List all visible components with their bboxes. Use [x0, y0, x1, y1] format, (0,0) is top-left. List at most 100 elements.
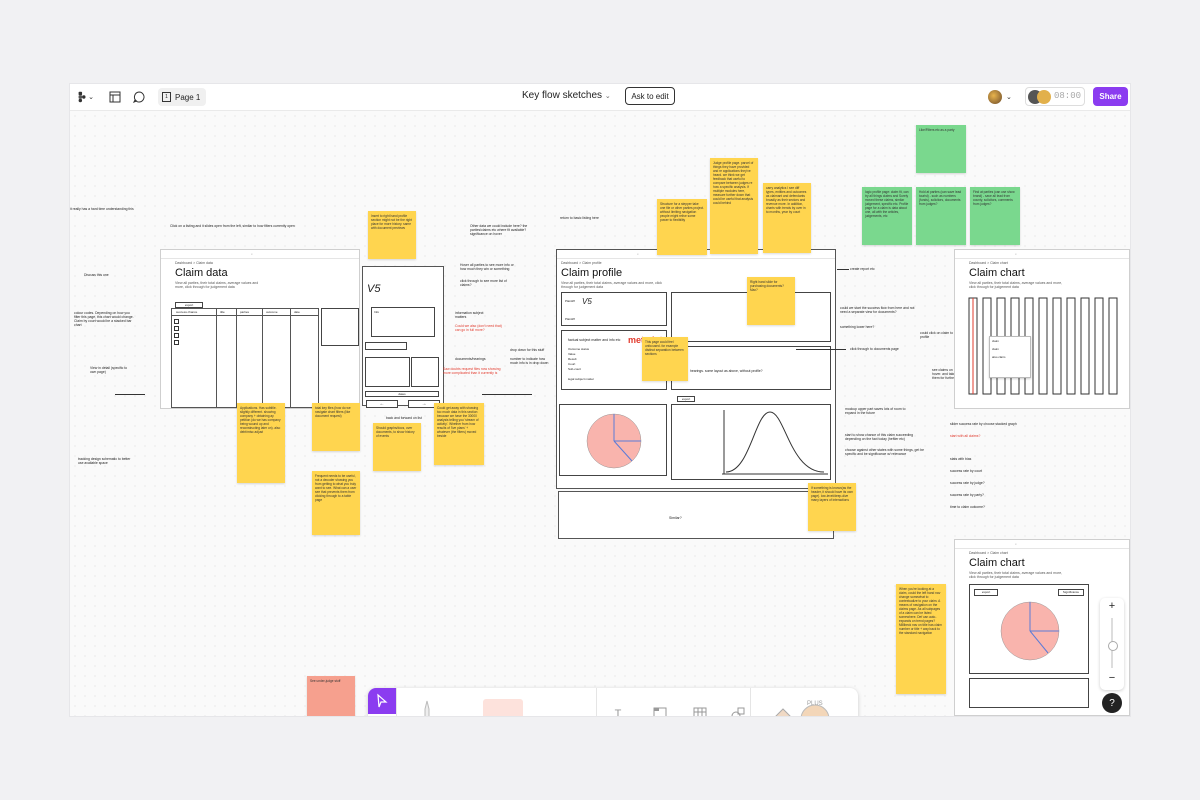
sticky-note[interactable]: If something is known(as the header, it …	[808, 483, 856, 531]
stat-item: success rate by court	[950, 469, 983, 473]
row-checkbox[interactable]	[174, 319, 179, 324]
sticky-note[interactable]: Judge profile page. parcel of things the…	[710, 158, 758, 254]
annotation: start to show chance of this claim succe…	[845, 433, 914, 441]
sticky-note[interactable]: total key files (how do we navigate char…	[312, 403, 360, 451]
text-tool-icon[interactable]: T	[606, 702, 630, 716]
stat-item: stats with bias	[950, 457, 972, 461]
sticky-note[interactable]: Should graphs/docs, over documents, to s…	[373, 423, 421, 471]
pie-chart	[1000, 601, 1060, 661]
hearings-box	[671, 346, 831, 390]
annotation: click through to documents page	[850, 347, 899, 351]
comment-icon[interactable]	[132, 89, 146, 105]
zoom-out-button[interactable]: −	[1100, 672, 1124, 686]
bottom-toolbar: ✋ T PLUS	[368, 688, 858, 716]
layout-panel-icon[interactable]	[108, 89, 122, 105]
main-menu-icon[interactable]: ⌄	[76, 89, 94, 105]
hover-tooltip: claim claim also claim	[989, 336, 1031, 378]
field-label: Result	[568, 357, 577, 361]
frame-header: ⌕	[161, 250, 359, 259]
sticky-note[interactable]: Right hand slide for purchasing document…	[747, 277, 795, 325]
pen-tool-icon[interactable]	[414, 698, 440, 716]
share-button[interactable]: Share	[1093, 87, 1128, 106]
table-header: success chance title parties outcome dat…	[172, 309, 318, 316]
column-header: title	[220, 310, 225, 314]
table-tool-icon[interactable]	[688, 702, 712, 716]
field-label: Sub-court	[568, 367, 582, 371]
sticky-note[interactable]: See under-judge stuff	[307, 676, 355, 716]
annotation: number to indicate how much info is in d…	[510, 357, 549, 365]
sticky-note[interactable]: When you're looking at a claim, could th…	[896, 584, 946, 694]
arrow-connector	[482, 394, 532, 395]
row-checkbox[interactable]	[174, 333, 179, 338]
export-button[interactable]: export	[974, 589, 998, 596]
sticky-note[interactable]: Like/Filters etc as a party	[916, 125, 966, 173]
stickers-icon[interactable]: PLUS	[758, 694, 848, 716]
slide-panel-sketch[interactable]: V5 Info dates	[362, 266, 444, 406]
annotation: View in detail (specific to own page)	[90, 366, 128, 374]
column-header: date	[294, 310, 300, 314]
sticky-note[interactable]: carry analytics I see diff types, entiti…	[763, 183, 811, 253]
sticky-pad-icon[interactable]	[478, 698, 528, 716]
back-button[interactable]: ←	[366, 400, 398, 408]
side-panel	[321, 308, 359, 346]
doc-box	[411, 357, 439, 387]
stacked-bar-sketch	[968, 297, 1118, 395]
row-checkbox[interactable]	[174, 326, 179, 331]
similar-claims-box[interactable]: Similar?	[558, 491, 834, 539]
sticky-note[interactable]: Frequent needs to be useful, not a decod…	[312, 471, 360, 535]
claim-data-frame[interactable]: ⌕ Dashboard > Claim data Claim data View…	[160, 249, 360, 409]
claim-chart-frame-1[interactable]: ⌕ Dashboard > Claim chart Claim chart Vi…	[954, 249, 1130, 409]
canvas[interactable]: it really has a hard time understanding …	[70, 111, 1130, 716]
pie-chart-box: export Significance	[969, 584, 1089, 674]
breadcrumb: Dashboard > Claim chart	[969, 261, 1008, 265]
timer-avatar-2	[1037, 90, 1051, 104]
timer-text: 08:00	[1054, 91, 1082, 101]
significance-button[interactable]: Significance	[1058, 589, 1084, 596]
help-button[interactable]: ?	[1102, 693, 1122, 713]
sticky-note[interactable]: Could get away with showing too much dat…	[434, 403, 484, 465]
select-tool[interactable]	[368, 688, 396, 714]
timer-widget[interactable]: 08:00	[1025, 87, 1085, 106]
section-tool-icon[interactable]	[648, 702, 672, 716]
field-box	[365, 342, 407, 350]
sticky-note[interactable]: Applications. Has subtitle. slightly dif…	[237, 403, 285, 483]
bell-curve-chart	[722, 410, 828, 475]
app-window: ⌄ 1 Page 1 Key flow sketches ⌄ Ask to ed…	[70, 84, 1130, 716]
sticky-note[interactable]: This page could feel unfocused. for exam…	[642, 337, 688, 381]
page-icon: 1	[162, 92, 171, 102]
sticky-note[interactable]: Find at parties (can use show brand) - s…	[970, 187, 1020, 245]
annotation: choose against other states with some th…	[845, 448, 924, 456]
more-tools-icon[interactable]	[726, 702, 750, 716]
zoom-control: + −	[1100, 598, 1124, 690]
chevron-down-icon[interactable]: ⌄	[1006, 89, 1012, 105]
annotation: Discuss this one	[84, 273, 109, 277]
sticky-note[interactable]: logic profile page: claim fit, can try a…	[862, 187, 912, 245]
party-label: Plaintiff	[565, 299, 575, 303]
field-label: Court	[568, 362, 576, 366]
dates-button[interactable]: dates	[365, 391, 439, 397]
page-selector[interactable]: 1 Page 1	[158, 88, 206, 106]
sticky-note[interactable]: Structure for a stepper take one file or…	[657, 199, 707, 255]
sticky-note[interactable]: Insert to right hand profile section mig…	[368, 211, 416, 259]
zoom-slider-handle[interactable]	[1108, 641, 1118, 651]
search-icon: ⌕	[637, 252, 639, 256]
zoom-in-button[interactable]: +	[1100, 600, 1124, 614]
chevron-down-icon: ⌄	[604, 93, 611, 100]
page-label: Page 1	[175, 92, 201, 102]
top-toolbar: ⌄ 1 Page 1 Key flow sketches ⌄ Ask to ed…	[70, 84, 1130, 111]
user-avatar[interactable]	[988, 90, 1002, 104]
file-title[interactable]: Key flow sketches ⌄	[522, 90, 611, 101]
similar-label: Similar?	[669, 516, 682, 520]
pie-chart	[586, 413, 642, 469]
search-icon: ⌕	[1015, 252, 1017, 256]
sticky-note[interactable]: Hold at parties (can save lead tourist) …	[916, 187, 966, 245]
annotation: create report etc	[850, 267, 875, 271]
column-header: parties	[240, 310, 250, 314]
annotation: colour codes. Depending on how you filte…	[74, 311, 134, 327]
page-subtitle: View all parties, their total claims, av…	[561, 281, 662, 289]
export-button[interactable]: export	[677, 396, 695, 402]
ask-to-edit-button[interactable]: Ask to edit	[625, 87, 675, 105]
hand-icon[interactable]: ✋	[368, 714, 396, 716]
field-label: legal subject matter	[568, 377, 595, 381]
row-checkbox[interactable]	[174, 340, 179, 345]
